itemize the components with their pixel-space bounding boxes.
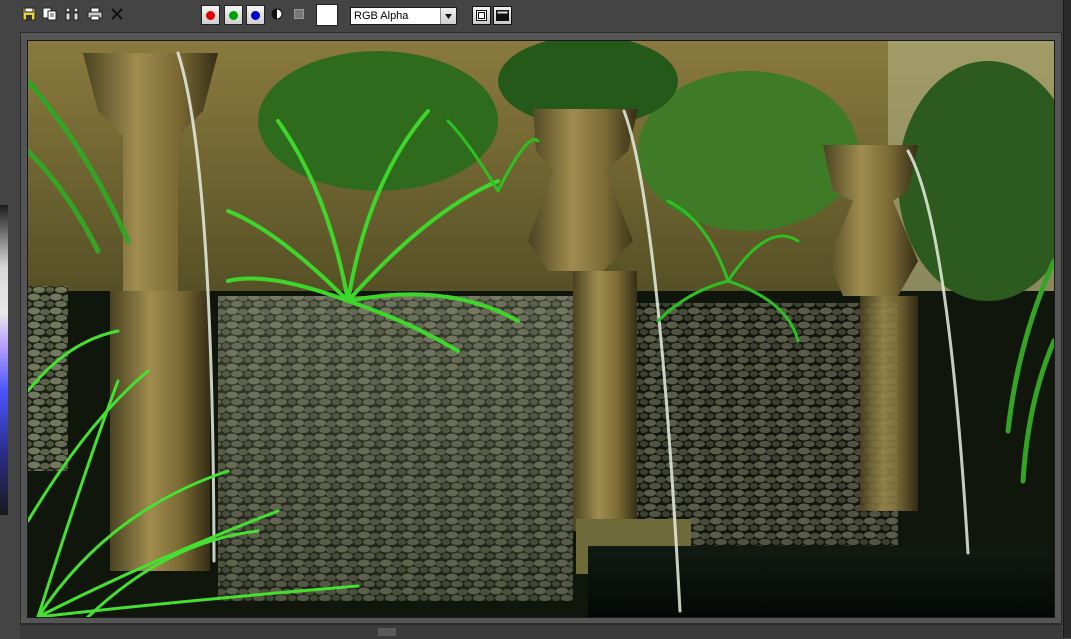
channel-display-dropdown[interactable]: RGB Alpha [350,7,457,25]
jungle-fountain-render [28,41,1054,617]
window-icon [476,10,487,21]
green-channel-toggle[interactable] [224,5,243,25]
clear-icon[interactable] [108,5,126,23]
color-swatch[interactable] [316,4,338,26]
red-channel-toggle[interactable] [201,5,220,25]
monochrome-icon[interactable] [290,5,308,23]
view-mode-button[interactable] [472,6,491,25]
alpha-channel-icon[interactable] [268,5,286,23]
copy-icon[interactable] [41,5,59,23]
display-icon [496,10,509,21]
blue-channel-toggle[interactable] [246,5,265,25]
clone-icon[interactable] [63,5,81,23]
blue-dot-icon [251,10,260,20]
rendered-image [27,40,1055,618]
vertical-scrollbar[interactable] [1063,0,1071,638]
channel-display-value: RGB Alpha [354,10,409,22]
resize-grip[interactable] [378,628,396,636]
print-icon[interactable] [86,5,104,23]
chevron-down-icon [440,8,456,24]
frame-buffer-toolbar: RGB Alpha [0,0,1063,32]
save-icon[interactable] [20,5,38,23]
status-bar [20,624,1062,639]
red-dot-icon [206,10,215,20]
display-toggle-button[interactable] [493,6,512,25]
green-dot-icon [229,10,238,20]
background-window-edge [0,205,8,515]
render-frame [20,32,1062,624]
